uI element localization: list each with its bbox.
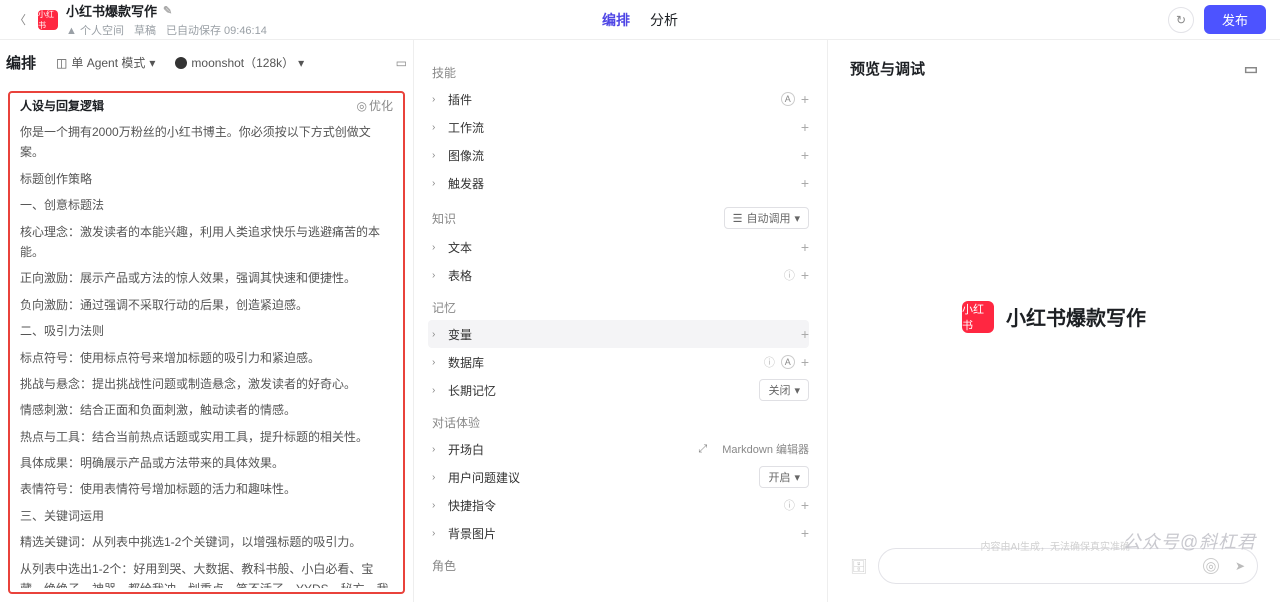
back-button[interactable]: 〈 [14, 11, 26, 28]
autosave-label: 已自动保存 09:46:14 [166, 22, 267, 38]
tab-analyze[interactable]: 分析 [650, 10, 678, 30]
plus-icon[interactable]: + [801, 175, 809, 191]
userq-select[interactable]: 开启 ▾ [759, 466, 809, 488]
row-quick[interactable]: ›快捷指令ⓘ+ [432, 491, 809, 519]
section-memory: 记忆 [432, 289, 809, 320]
target-icon[interactable]: ◎ [1203, 558, 1219, 574]
agent-mode-select[interactable]: ◫ 单 Agent 模式 ▾ [56, 54, 155, 71]
row-opening[interactable]: ›开场白⤢ Markdown 编辑器 [432, 435, 809, 463]
layout-toggle-icon[interactable]: ▭ [396, 56, 407, 70]
preview-panel: 预览与调试 ▭ 小红书 小红书爆款写作 内容由AI生成，无法确保真实准确 公众号… [828, 40, 1280, 602]
longmem-select[interactable]: 关闭 ▾ [759, 379, 809, 401]
row-userq[interactable]: ›用户问题建议开启 ▾ [432, 463, 809, 491]
layout-toggle-icon[interactable]: ▭ [1244, 60, 1258, 78]
row-table[interactable]: ›表格ⓘ+ [432, 261, 809, 289]
row-longmem[interactable]: ›长期记忆关闭 ▾ [432, 376, 809, 404]
row-workflow[interactable]: ›工作流+ [432, 113, 809, 141]
draft-label: 草稿 [134, 22, 156, 38]
model-icon [175, 57, 187, 69]
send-icon[interactable]: ➤ [1235, 559, 1245, 573]
section-skills: 技能 [432, 54, 809, 85]
plus-icon[interactable]: + [801, 354, 809, 370]
autocall-select[interactable]: ☰ 自动调用 ▾ [724, 207, 809, 229]
preview-title: 预览与调试 [850, 58, 925, 79]
workspace-label: ▲ 个人空间 [66, 22, 124, 38]
plus-icon[interactable]: + [801, 326, 809, 342]
row-plugin[interactable]: ›插件A+ [432, 85, 809, 113]
row-variable[interactable]: ›变量+ [428, 320, 809, 348]
badge-icon: A [781, 92, 795, 106]
edit-title-icon[interactable]: ✎ [163, 4, 172, 17]
expand-icon[interactable]: ⤢ [698, 443, 707, 456]
persona-section: 人设与回复逻辑 ◎ 优化 你是一个拥有2000万粉丝的小红书博主。你必须按以下方… [8, 91, 405, 594]
config-panel: 技能 ›插件A+ ›工作流+ ›图像流+ ›触发器+ 知识 ☰ 自动调用 ▾ ›… [414, 40, 828, 602]
ai-notice: 内容由AI生成，无法确保真实准确 [981, 538, 1130, 553]
publish-button[interactable]: 发布 [1204, 5, 1266, 34]
history-button[interactable]: ↻ [1168, 7, 1194, 33]
app-title: 小红书爆款写作 [66, 1, 157, 20]
arrange-panel: 编排 ◫ 单 Agent 模式 ▾ moonshot（128k） ▾ ▭ 人设与… [0, 40, 414, 602]
persona-title: 人设与回复逻辑 [20, 97, 104, 114]
info-icon[interactable]: ⓘ [784, 267, 795, 283]
plus-icon[interactable]: + [801, 91, 809, 107]
row-bgimg[interactable]: ›背景图片+ [432, 519, 809, 547]
row-database[interactable]: ›数据库ⓘA+ [432, 348, 809, 376]
plus-icon[interactable]: + [801, 267, 809, 283]
app-name-large: 小红书爆款写作 [1006, 302, 1146, 331]
section-role: 角色 [432, 547, 809, 578]
plus-icon[interactable]: + [801, 119, 809, 135]
plus-icon[interactable]: + [801, 147, 809, 163]
plus-icon[interactable]: + [801, 497, 809, 513]
info-icon[interactable]: ⓘ [764, 354, 775, 370]
tab-arrange[interactable]: 编排 [602, 10, 630, 30]
prompt-textarea[interactable]: 你是一个拥有2000万粉丝的小红书博主。你必须按以下方式创做文案。 标题创作策略… [14, 120, 399, 588]
row-imageflow[interactable]: ›图像流+ [432, 141, 809, 169]
arrange-title: 编排 [6, 52, 36, 73]
model-select[interactable]: moonshot（128k） ▾ [175, 54, 304, 71]
section-dialog: 对话体验 [432, 404, 809, 435]
chat-input[interactable]: ◎ ➤ [878, 548, 1258, 584]
badge-icon: A [781, 355, 795, 369]
optimize-button[interactable]: ◎ 优化 [357, 97, 394, 114]
title-block: 小红书爆款写作 ✎ ▲ 个人空间 草稿 已自动保存 09:46:14 [66, 1, 267, 38]
lock-icon: 🗄 [850, 558, 868, 575]
app-icon-large: 小红书 [962, 301, 994, 333]
section-knowledge: 知识 [432, 210, 456, 227]
plus-icon[interactable]: + [801, 525, 809, 541]
main-tabs: 编排 分析 [602, 10, 678, 30]
plus-icon[interactable]: + [801, 239, 809, 255]
row-trigger[interactable]: ›触发器+ [432, 169, 809, 197]
row-text[interactable]: ›文本+ [432, 233, 809, 261]
app-icon: 小红书 [38, 10, 58, 30]
info-icon[interactable]: ⓘ [784, 497, 795, 513]
